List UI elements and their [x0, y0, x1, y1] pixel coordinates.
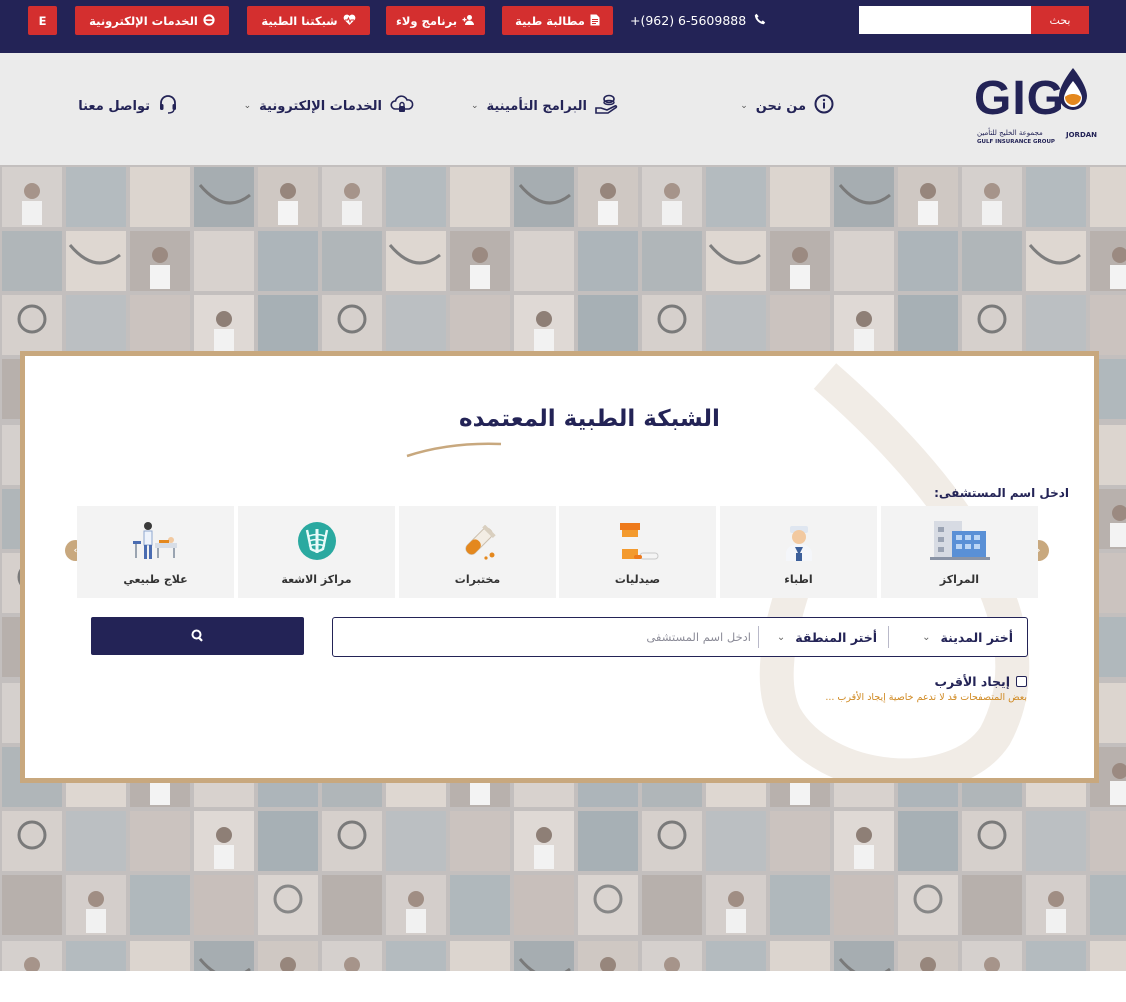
category-doctors-label: اطباء [784, 573, 813, 586]
pill-bottle-icon [616, 521, 660, 565]
category-pharmacies[interactable]: صيدليات [559, 506, 716, 598]
filter-divider [888, 626, 889, 648]
area-select[interactable]: أختر المنطقة ⌄ [777, 618, 877, 656]
medical-claim-top-label: مطالبة طبية [515, 13, 585, 28]
category-labs[interactable]: مختبرات [399, 506, 556, 598]
top-search-input[interactable] [859, 6, 1031, 34]
nav-eservices[interactable]: الخدمات الإلكترونية ⌄ [244, 91, 414, 121]
network-top-button[interactable]: شبكتنا الطبية [247, 6, 370, 35]
category-labs-label: مختبرات [454, 573, 501, 586]
search-button[interactable] [91, 617, 304, 655]
title-underline [406, 442, 502, 458]
eservices-top-button[interactable]: الخدمات الإلكترونية [75, 6, 229, 35]
network-top-label: شبكتنا الطبية [261, 13, 338, 28]
doctor-icon [784, 525, 814, 565]
headset-icon [158, 94, 178, 118]
category-radiology-label: مراكز الاشعة [281, 573, 352, 586]
main-navigation: GIG مجموعة الخليج للتأمين GULF INSURANCE… [0, 53, 1126, 165]
building-icon [929, 517, 990, 565]
city-select[interactable]: أختر المدينة ⌄ [922, 618, 1013, 656]
physiotherapy-icon [132, 521, 179, 565]
heart-pulse-icon [343, 14, 356, 28]
test-tube-icon [458, 524, 498, 565]
category-centers-label: المراكز [939, 573, 980, 586]
chevron-down-icon: ⌄ [776, 631, 786, 643]
phone-icon [754, 13, 766, 28]
nav-contact-label: تواصل معنا [78, 98, 150, 114]
logo-arabic-text: مجموعة الخليج للتأمين [977, 129, 1043, 137]
page-footer-strip [0, 971, 1126, 1002]
chevron-down-icon: ⌄ [740, 101, 748, 111]
nav-about[interactable]: من نحن ⌄ [740, 91, 834, 121]
logo-drop-icon [1059, 68, 1087, 110]
hospital-name-input[interactable] [351, 622, 751, 652]
search-icon [191, 627, 204, 646]
category-pharmacies-label: صيدليات [614, 573, 661, 586]
loyalty-top-button[interactable]: برنامج ولاء [386, 6, 485, 35]
find-nearest-section: إيجاد الأقرب بعض المتصفحات قد لا تدعم خا… [745, 674, 1027, 703]
category-carousel: المراكز اطباء صيدليات مختبرات مراكز الاش [77, 506, 1042, 598]
nav-programs-label: البرامج التأمينية [486, 98, 587, 114]
find-nearest-label: إيجاد الأقرب [934, 674, 1010, 689]
category-physiotherapy[interactable]: علاج طبيعي [77, 506, 234, 598]
nav-programs[interactable]: البرامج التأمينية ⌄ [471, 91, 619, 121]
search-filter-bar: أختر المدينة ⌄ أختر المنطقة ⌄ [332, 617, 1028, 657]
medical-network-card: الشبكة الطبية المعتمده ادخل اسم المستشفى… [20, 351, 1099, 783]
language-button-label: E [38, 13, 47, 28]
language-button[interactable]: E [28, 6, 57, 35]
enter-hospital-label: ادخل اسم المستشفى: [934, 486, 1069, 500]
document-icon [590, 14, 600, 28]
logo-text: GIG [974, 72, 1066, 125]
category-radiology[interactable]: مراكز الاشعة [238, 506, 395, 598]
find-nearest-checkbox-row[interactable]: إيجاد الأقرب [745, 674, 1027, 689]
phone-number-text: +(962) 6-5609888 [630, 13, 747, 28]
category-doctors[interactable]: اطباء [720, 506, 877, 598]
nav-about-label: من نحن [755, 98, 806, 114]
filter-divider [758, 626, 759, 648]
logo-country-text: JORDAN [1066, 131, 1098, 139]
chevron-down-icon: ⌄ [470, 101, 479, 111]
user-plus-icon [462, 14, 475, 28]
medical-claim-top-button[interactable]: مطالبة طبية [502, 6, 613, 35]
area-select-value: أختر المنطقة [795, 629, 877, 645]
hand-money-icon [595, 94, 619, 118]
top-bar: E الخدمات الإلكترونية شبكتنا الطبية برنا… [0, 0, 1126, 53]
page-title: الشبكة الطبية المعتمده [459, 406, 720, 432]
category-centers[interactable]: المراكز [881, 506, 1038, 598]
eservices-top-label: الخدمات الإلكترونية [89, 13, 198, 28]
category-physiotherapy-label: علاج طبيعي [123, 573, 188, 586]
logo-english-text: GULF INSURANCE GROUP [977, 139, 1055, 145]
xray-icon [297, 521, 337, 565]
gig-logo[interactable]: GIG مجموعة الخليج للتأمين GULF INSURANCE… [974, 67, 1102, 147]
chevron-down-icon: ⌄ [922, 631, 931, 643]
top-search-button[interactable]: بحث [1031, 6, 1089, 34]
nav-contact[interactable]: تواصل معنا [78, 91, 178, 121]
loyalty-top-label: برنامج ولاء [395, 13, 458, 28]
phone-number[interactable]: +(962) 6-5609888 [630, 6, 766, 35]
chevron-down-icon: ⌄ [243, 101, 252, 111]
city-select-value: أختر المدينة [940, 629, 1013, 645]
info-icon [814, 94, 834, 118]
top-search-button-label: بحث [1049, 13, 1071, 27]
find-nearest-note: بعض المتصفحات قد لا تدعم خاصية إيجاد الأ… [825, 692, 1027, 703]
find-nearest-checkbox[interactable] [1016, 676, 1027, 687]
nav-eservices-label: الخدمات الإلكترونية [259, 98, 382, 114]
internet-explorer-icon [203, 13, 215, 28]
cloud-lock-icon [390, 94, 414, 118]
